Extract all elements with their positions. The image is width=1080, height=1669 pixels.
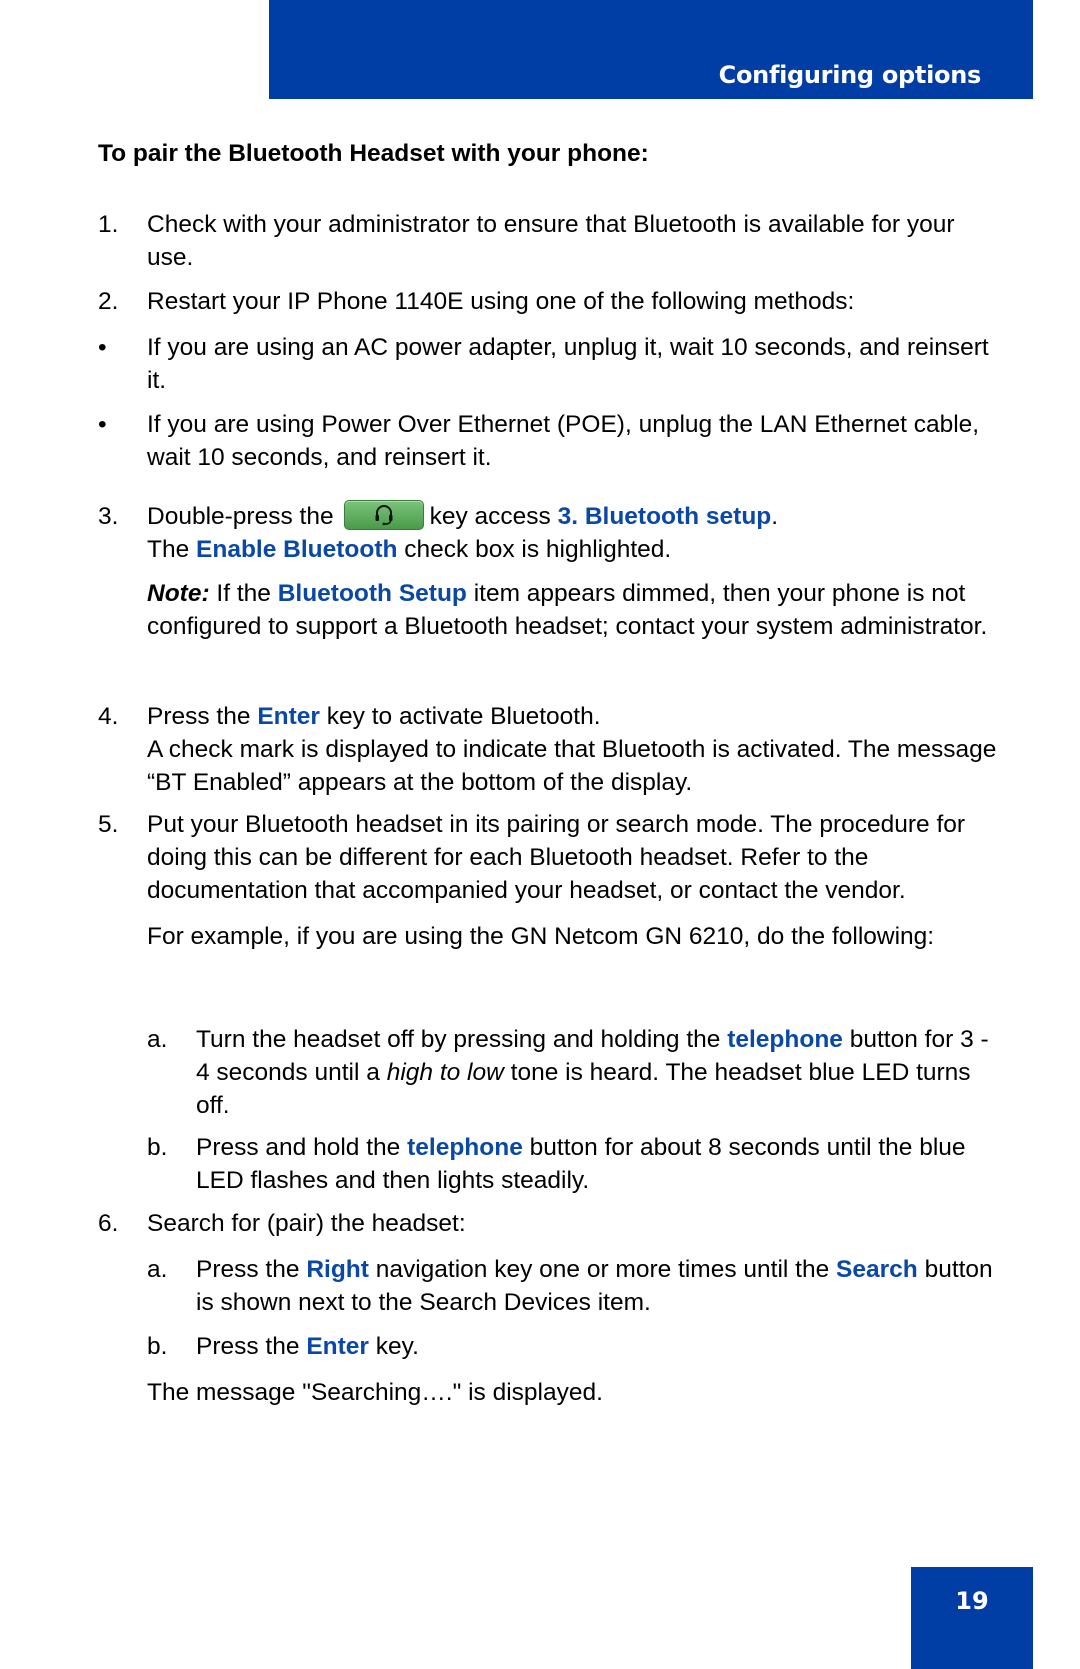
procedure-heading: To pair the Bluetooth Headset with your …: [98, 140, 649, 167]
step-2: 2. Restart your IP Phone 1140E using one…: [98, 285, 998, 318]
step-text: Restart your IP Phone 1140E using one of…: [147, 288, 855, 315]
step-5a: a. Turn the headset off by pressing and …: [98, 1023, 998, 1122]
menu-item-ref: Bluetooth Setup: [277, 580, 467, 607]
checkbox-ref: Enable Bluetooth: [196, 536, 398, 563]
key-ref: Right: [306, 1256, 369, 1283]
bullet-text: If you are using Power Over Ethernet (PO…: [147, 411, 980, 471]
page-number-box: 19: [911, 1567, 1033, 1669]
step-4: 4. Press the Enter key to activate Bluet…: [98, 700, 998, 799]
step-text: Put your Bluetooth headset in its pairin…: [147, 811, 966, 904]
step-number: 4.: [98, 703, 119, 730]
step-6: 6. Search for (pair) the headset:: [98, 1207, 998, 1240]
page-number: 19: [955, 1587, 989, 1615]
note-label: Note:: [147, 580, 210, 607]
header-bar: Configuring options: [269, 0, 1033, 99]
button-ref: telephone: [407, 1134, 523, 1161]
step-6a: a. Press the Right navigation key one or…: [98, 1253, 998, 1319]
step-number: 5.: [98, 811, 119, 838]
key-ref: Enter: [306, 1333, 369, 1360]
bullet: •: [98, 411, 107, 438]
final-message: The message "Searching…." is displayed.: [147, 1379, 603, 1406]
step-letter: b.: [147, 1134, 168, 1161]
step-number: 1.: [98, 211, 119, 238]
step-number: 2.: [98, 288, 119, 315]
step-1: 1. Check with your administrator to ensu…: [98, 208, 998, 274]
step-text: Check with your administrator to ensure …: [147, 211, 955, 271]
step-text: Search for (pair) the headset:: [147, 1210, 466, 1237]
button-ref: telephone: [727, 1026, 843, 1053]
bullet-poe: • If you are using Power Over Ethernet (…: [98, 408, 998, 474]
step-letter: b.: [147, 1333, 168, 1360]
step-number: 3.: [98, 503, 119, 530]
step-number: 6.: [98, 1210, 119, 1237]
section-title: Configuring options: [718, 61, 982, 89]
note: Note: If the Bluetooth Setup item appear…: [147, 580, 988, 640]
button-ref: Search: [836, 1256, 918, 1283]
bullet-text: If you are using an AC power adapter, un…: [147, 334, 989, 394]
step-5: 5. Put your Bluetooth headset in its pai…: [98, 808, 998, 953]
step-3: 3. Double-press the key access 3. Bluetoo…: [98, 500, 998, 566]
bullet-ac-adapter: • If you are using an AC power adapter, …: [98, 331, 998, 397]
step-text: Double-press the: [147, 503, 334, 530]
step-6b: b. Press the Enter key.: [98, 1330, 998, 1363]
bullet: •: [98, 334, 107, 361]
menu-item-ref: 3. Bluetooth setup: [557, 503, 772, 530]
headset-key-icon: [343, 500, 424, 530]
key-ref: Enter: [257, 703, 320, 730]
step-letter: a.: [147, 1256, 168, 1283]
step-5b: b. Press and hold the telephone button f…: [98, 1131, 998, 1197]
example-text: For example, if you are using the GN Net…: [147, 923, 935, 950]
step-letter: a.: [147, 1026, 168, 1053]
